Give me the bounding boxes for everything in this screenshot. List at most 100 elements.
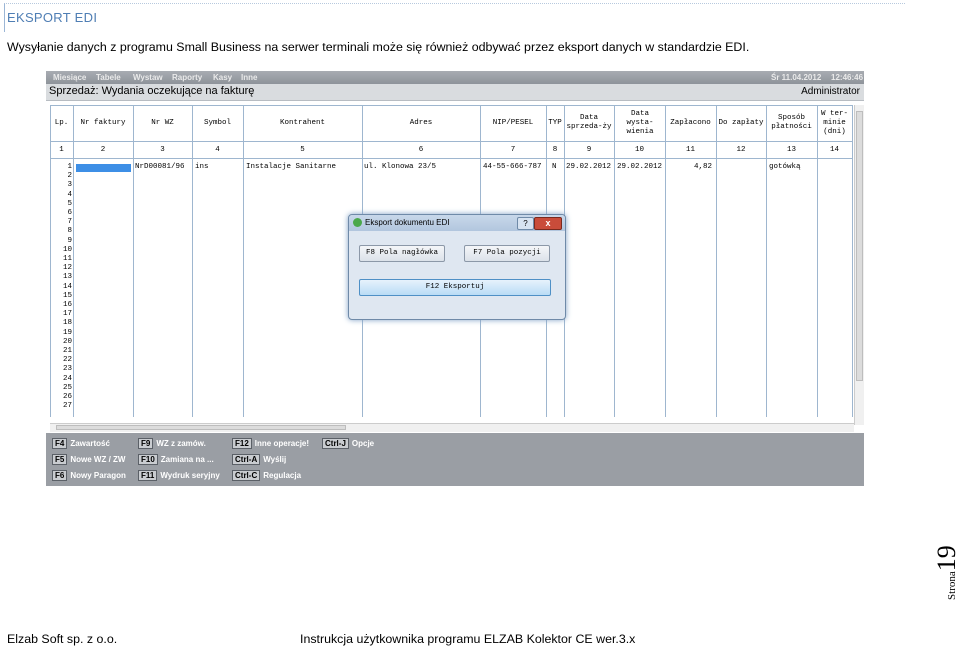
grid-line xyxy=(50,158,852,159)
row-number: 16 xyxy=(62,301,72,310)
fkey-label: Nowe WZ / ZW xyxy=(70,455,126,464)
menu-item-raporty[interactable]: Raporty xyxy=(172,73,202,82)
col-header-nr-faktury[interactable]: Nr faktury xyxy=(73,105,133,141)
col-header-nip[interactable]: NIP/PESEL xyxy=(480,105,546,141)
key-badge: F4 xyxy=(52,438,68,449)
row-number: 11 xyxy=(62,255,72,264)
row1-kontrahent[interactable]: Instalacje Sanitarne xyxy=(246,163,336,171)
row1-data-wystawienia[interactable]: 29.02.2012 xyxy=(617,163,662,171)
row1-nr-wz[interactable]: NrD00081/96 xyxy=(135,163,185,171)
intro-paragraph: Wysyłanie danych z programu Small Busine… xyxy=(7,40,750,54)
app-menu-bar: Miesiące Tabele Wystaw Raporty Kasy Inne… xyxy=(46,71,864,84)
col-header-symbol[interactable]: Symbol xyxy=(192,105,243,141)
col-header-typ[interactable]: TYP xyxy=(546,105,564,141)
menu-item-kasy[interactable]: Kasy xyxy=(213,73,232,82)
col-header-kontrahent[interactable]: Kontrahent xyxy=(243,105,362,141)
close-icon[interactable]: x xyxy=(534,217,562,230)
row1-data-sprzedazy[interactable]: 29.02.2012 xyxy=(566,163,611,171)
fkey-ctrl-a[interactable]: Ctrl-A Wyślij xyxy=(232,454,286,465)
col-header-data-wystawienia[interactable]: Data wysta-wienia xyxy=(617,105,663,141)
fkey-label: Opcje xyxy=(351,439,375,448)
section-title: EKSPORT EDI xyxy=(7,10,98,25)
item-fields-button[interactable]: F7 Pola pozycji xyxy=(464,245,550,262)
row-number: 18 xyxy=(62,319,72,328)
row-number: 2 xyxy=(67,172,72,181)
col-number: 6 xyxy=(418,146,424,154)
fkey-f10[interactable]: F10 Zamiana na ... xyxy=(138,454,214,465)
menu-item-inne[interactable]: Inne xyxy=(241,73,257,82)
row-number: 12 xyxy=(62,264,72,273)
menu-item-miesiace[interactable]: Miesiące xyxy=(53,73,86,82)
row1-symbol[interactable]: ins xyxy=(195,163,209,171)
fkey-label: Regulacja xyxy=(263,471,302,480)
window-title-bar: Sprzedaż: Wydania oczekujące na fakturę … xyxy=(46,84,864,101)
col-header-lp[interactable]: Lp. xyxy=(50,105,73,141)
grid-line xyxy=(50,141,852,142)
page-label: Strona xyxy=(946,571,958,600)
row-number: 19 xyxy=(62,328,72,337)
col-number: 5 xyxy=(300,146,305,154)
help-icon[interactable]: ? xyxy=(517,217,534,230)
col-header-adres[interactable]: Adres xyxy=(362,105,480,141)
page-number: 19 xyxy=(932,545,960,572)
col-number: 1 xyxy=(59,146,64,154)
col-header-nr-wz[interactable]: Nr WZ xyxy=(133,105,192,141)
row1-nip[interactable]: 44-55-666-787 xyxy=(483,163,542,171)
key-badge: F12 xyxy=(232,438,252,449)
fkey-f11[interactable]: F11 Wydruk seryjny xyxy=(138,470,220,481)
col-number: 11 xyxy=(685,146,695,154)
col-header-w-terminie[interactable]: W ter-minie (dni) xyxy=(818,105,851,141)
row-number: 7 xyxy=(67,218,72,227)
fkey-label: Wyślij xyxy=(263,455,287,464)
fkey-label: Zamiana na ... xyxy=(160,455,214,464)
row-number: 10 xyxy=(62,245,72,254)
col-header-zaplacono[interactable]: Zapłacono xyxy=(665,105,716,141)
selected-cell[interactable] xyxy=(76,164,131,172)
menu-item-wystaw[interactable]: Wystaw xyxy=(133,73,163,82)
key-badge: Ctrl-A xyxy=(232,454,261,465)
col-number: 4 xyxy=(215,146,220,154)
fkey-label: WZ z zamów. xyxy=(156,439,206,448)
row-number: 27 xyxy=(62,402,72,411)
export-button[interactable]: F12 Eksportuj xyxy=(359,279,551,296)
header-fields-button[interactable]: F8 Pola nagłówka xyxy=(359,245,445,262)
section-title-frame xyxy=(4,3,905,32)
fkey-f9[interactable]: F9 WZ z zamów. xyxy=(138,438,206,449)
row1-zaplacono[interactable]: 4,82 xyxy=(694,163,712,171)
window-title: Sprzedaż: Wydania oczekujące na fakturę xyxy=(49,85,255,97)
row1-adres[interactable]: ul. Klonowa 23/5 xyxy=(364,163,436,171)
fkey-label: Zawartość xyxy=(70,439,110,448)
horizontal-scrollbar[interactable] xyxy=(50,423,854,432)
col-number: 2 xyxy=(100,146,106,154)
row-number: 15 xyxy=(62,291,72,300)
col-header-data-sprzedazy[interactable]: Data sprzeda-ży xyxy=(566,105,612,141)
row-number: 4 xyxy=(67,190,72,199)
row1-typ[interactable]: N xyxy=(552,163,557,171)
scroll-thumb[interactable] xyxy=(856,111,863,381)
col-number: 8 xyxy=(552,146,558,154)
col-header-sposob-platnosci[interactable]: Sposób płatności xyxy=(768,105,815,141)
edi-export-dialog: Eksport dokumentu EDI ? x F8 Pola nagłów… xyxy=(348,214,566,320)
dialog-title-bar[interactable]: Eksport dokumentu EDI ? x xyxy=(349,215,565,231)
key-badge: F9 xyxy=(138,438,154,449)
dialog-title: Eksport dokumentu EDI xyxy=(365,218,450,227)
fkey-label: Wydruk seryjny xyxy=(160,471,220,480)
menu-item-tabele[interactable]: Tabele xyxy=(96,73,121,82)
col-number: 10 xyxy=(634,146,644,154)
scroll-thumb[interactable] xyxy=(56,425,346,430)
col-header-do-zaplaty[interactable]: Do zapłaty xyxy=(716,105,766,141)
fkey-ctrl-j[interactable]: Ctrl-J Opcje xyxy=(322,438,374,449)
row-number: 8 xyxy=(67,227,72,236)
fkey-f5[interactable]: F5 Nowe WZ / ZW xyxy=(52,454,125,465)
row-number: 9 xyxy=(67,236,72,245)
fkey-ctrl-c[interactable]: Ctrl-C Regulacja xyxy=(232,470,301,481)
fkey-f4[interactable]: F4 Zawartość xyxy=(52,438,110,449)
key-badge: Ctrl-C xyxy=(232,470,261,481)
app-icon xyxy=(353,218,362,227)
row-number: 17 xyxy=(62,310,72,319)
vertical-scrollbar[interactable] xyxy=(854,105,864,425)
row1-sposob[interactable]: gotówką xyxy=(769,163,801,171)
row-number: 20 xyxy=(62,337,72,346)
fkey-f12[interactable]: F12 Inne operacje! xyxy=(232,438,309,449)
fkey-f6[interactable]: F6 Nowy Paragon xyxy=(52,470,126,481)
